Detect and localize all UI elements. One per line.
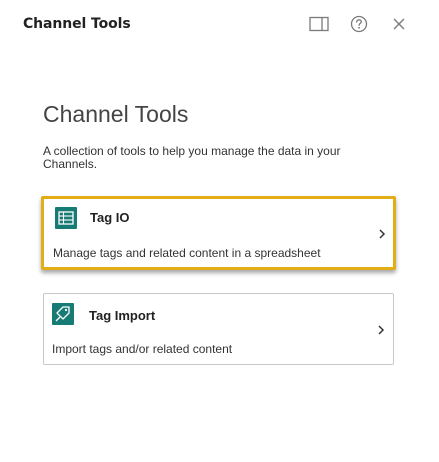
chevron-right-icon xyxy=(377,228,387,240)
help-button[interactable] xyxy=(348,13,370,35)
side-panel-icon xyxy=(309,16,329,32)
close-button[interactable] xyxy=(388,13,410,35)
help-icon xyxy=(350,15,368,33)
tool-description: Manage tags and related content in a spr… xyxy=(53,246,321,260)
page-description: A collection of tools to help you manage… xyxy=(43,144,341,171)
tool-name: Tag Import xyxy=(89,308,156,323)
side-panel-button[interactable] xyxy=(308,13,330,35)
spreadsheet-icon xyxy=(55,207,77,229)
tag-import-icon xyxy=(52,303,74,325)
dialog-header: Channel Tools xyxy=(0,0,439,50)
close-icon xyxy=(393,18,405,30)
tool-name: Tag IO xyxy=(90,210,130,225)
tool-card-tag-io[interactable]: Tag IO Manage tags and related content i… xyxy=(41,196,396,270)
page-title: Channel Tools xyxy=(43,101,189,127)
tool-card-tag-import[interactable]: Tag Import Import tags and/or related co… xyxy=(43,293,394,365)
chevron-right-icon xyxy=(376,324,386,336)
tool-description: Import tags and/or related content xyxy=(52,342,233,356)
header-title: Channel Tools xyxy=(23,16,131,32)
